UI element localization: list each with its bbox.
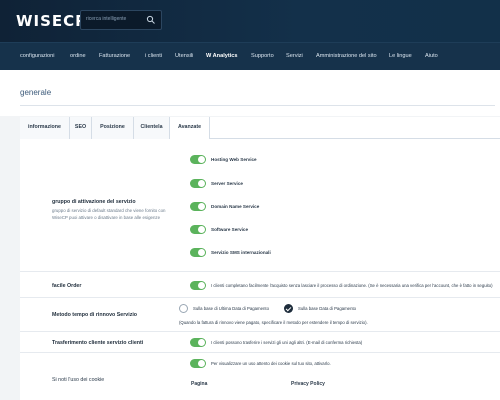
cookies-label: Si noti l'uso dei cookie: [52, 377, 105, 383]
easy-order-label: facile Order: [52, 283, 82, 289]
toggle-easy-order[interactable]: [190, 281, 206, 290]
app-logo[interactable]: WISECP: [16, 12, 87, 30]
nav-item-clienti[interactable]: i clienti: [145, 53, 162, 59]
nav-item-ordine[interactable]: ordine: [70, 53, 86, 59]
search-placeholder: ricerca intelligente: [86, 16, 127, 22]
nav-item-configurazioni[interactable]: configurazioni: [20, 53, 55, 59]
tab-bar: informazione SEO Posizione Clientela Ava…: [20, 117, 500, 139]
option-hosting: Hosting Web Service: [211, 157, 257, 162]
nav-item-fatturazione[interactable]: Fatturazione: [99, 53, 130, 59]
easy-order-text: I clienti completano facilmente l'acquis…: [211, 283, 493, 288]
page-title: generale: [20, 88, 52, 97]
tab-posizione[interactable]: Posizione: [92, 117, 134, 139]
nav-item-amministrazione[interactable]: Amministrazione del sito: [316, 53, 377, 59]
renewal-option2-radio[interactable]: [284, 304, 293, 313]
toggle-domain[interactable]: [190, 202, 206, 211]
row-divider: [20, 352, 500, 353]
toggle-hosting[interactable]: [190, 155, 206, 164]
nav-item-aiuto[interactable]: Aiuto: [425, 53, 438, 59]
renewal-option2-label: Sulla base Data di Pagamento: [298, 306, 357, 311]
option-software: Software Service: [211, 227, 249, 232]
nav-item-utensili[interactable]: Utensili: [175, 53, 193, 59]
renewal-label: Metodo tempo di rinnovo Servizio: [52, 312, 138, 318]
toggle-sms[interactable]: [190, 248, 206, 257]
option-server: Server Service: [211, 181, 243, 186]
row-divider: [20, 271, 500, 272]
top-bar: WISECP ricerca intelligente: [0, 0, 500, 42]
renewal-note: (Quando la fattura di rinnovo viene paga…: [179, 320, 368, 325]
page-header: [0, 70, 500, 116]
tab-clientela[interactable]: Clientela: [134, 117, 170, 139]
nav-item-supporto[interactable]: Supporto: [251, 53, 274, 59]
toggle-software[interactable]: [190, 225, 206, 234]
nav-item-servizi[interactable]: Servizi: [286, 53, 303, 59]
service-group-desc: gruppo di servizio di default standard c…: [52, 208, 166, 220]
transfer-text: I clienti possono trasferire i servizi g…: [211, 340, 363, 345]
search-icon[interactable]: [146, 15, 156, 25]
tab-informazione[interactable]: informazione: [20, 117, 70, 139]
toggle-transfer[interactable]: [190, 338, 206, 347]
service-group-label: gruppo di attivazione del servizio: [52, 199, 136, 205]
main-nav: configurazioni ordine Fatturazione i cli…: [0, 42, 500, 70]
nav-item-analytics[interactable]: W Analytics: [206, 53, 238, 59]
toggle-cookies[interactable]: [190, 359, 206, 368]
nav-item-lingue[interactable]: Le lingue: [389, 53, 412, 59]
option-domain: Domain Name Service: [211, 204, 260, 209]
transfer-label: Trasferimento cliente servizio clienti: [52, 340, 144, 346]
cookies-col-privacy: Privacy Policy: [291, 381, 325, 387]
tab-seo[interactable]: SEO: [70, 117, 92, 139]
row-divider: [20, 297, 500, 298]
row-divider: [20, 331, 500, 332]
toggle-server[interactable]: [190, 179, 206, 188]
cookies-col-page: Pagina: [191, 381, 208, 387]
renewal-option1-radio[interactable]: [179, 304, 188, 313]
tab-avanzate[interactable]: Avanzate: [170, 117, 210, 139]
option-sms: Servizio SMS internazionali: [211, 250, 271, 255]
search-input[interactable]: ricerca intelligente: [80, 10, 162, 30]
renewal-option1-label: Sulla base di Ultima Data di Pagamento: [193, 306, 269, 311]
title-divider: [20, 105, 495, 106]
cookies-text: Per visualizzare un uso attento dei cook…: [211, 361, 331, 366]
